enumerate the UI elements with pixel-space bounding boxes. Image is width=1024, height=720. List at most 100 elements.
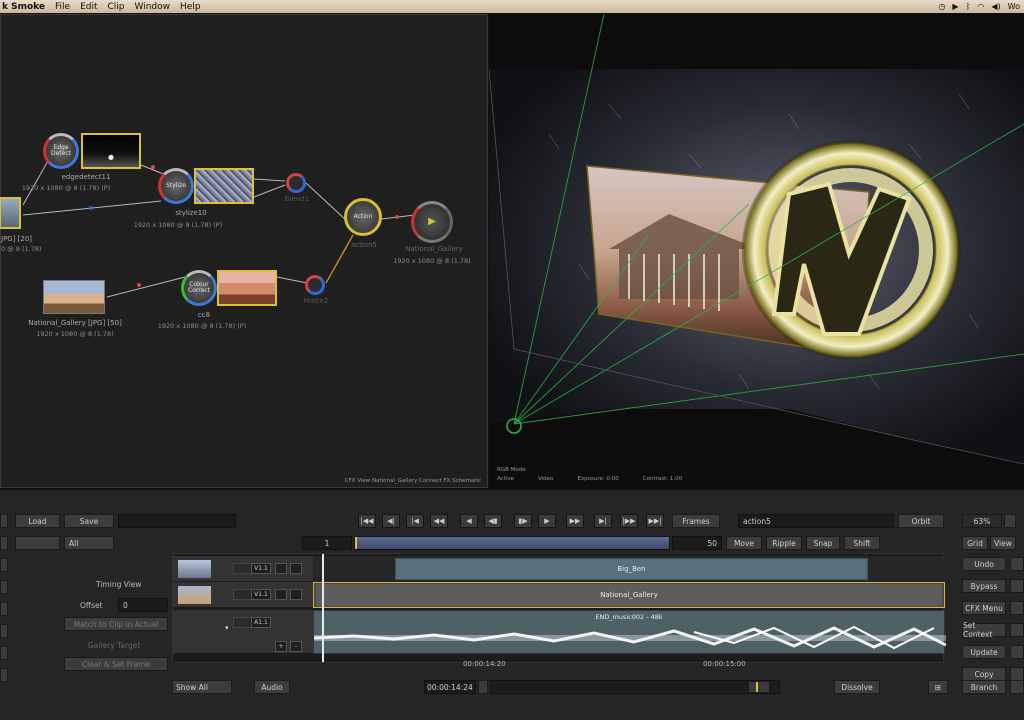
next-keyframe-button[interactable]: |▶▶ (620, 514, 638, 528)
node-name-field[interactable]: action5 (738, 514, 894, 528)
copy-button[interactable]: Copy (962, 667, 1006, 681)
action-node[interactable]: Action (344, 198, 382, 236)
dim-dropdown[interactable] (15, 536, 60, 550)
frame-start-field[interactable]: 1 (302, 536, 352, 550)
viewer-panel[interactable]: RGB Mode Active Video Exposure: 0.00 Con… (489, 14, 1024, 488)
view-button[interactable]: View (990, 536, 1016, 550)
scrollbar-thumb[interactable] (749, 682, 769, 692)
audio-expand-icon[interactable]: ▾ (225, 624, 229, 632)
clip-national-gallery[interactable]: National_Gallery (316, 584, 942, 606)
prev-keyframe-button[interactable]: ◀| (382, 514, 400, 528)
stylize-thumbnail[interactable] (194, 168, 254, 204)
zoom-stepper[interactable] (1004, 514, 1016, 528)
right-edge-7[interactable] (1010, 680, 1024, 694)
edge-stub-7[interactable] (0, 668, 8, 682)
timeline-scrollbar[interactable] (490, 680, 780, 694)
right-edge-2[interactable] (1010, 579, 1024, 593)
stylize-node[interactable]: Stylize (158, 168, 194, 204)
menu-clip[interactable]: Clip (108, 2, 125, 12)
edge-stub-4[interactable] (0, 602, 8, 616)
fast-forward-button[interactable]: ▶▶ (566, 514, 584, 528)
go-end-button[interactable]: ▶▶| (646, 514, 664, 528)
track-header-v1[interactable]: V1.1 (173, 556, 313, 582)
right-edge-3[interactable] (1010, 601, 1024, 615)
go-start-button[interactable]: |◀◀ (358, 514, 376, 528)
prev-edit-button[interactable]: |◀ (406, 514, 424, 528)
track-lock[interactable] (233, 589, 253, 600)
remove-track-icon[interactable]: – (290, 641, 302, 652)
output-node[interactable]: ▶ (411, 201, 453, 243)
edge-stub-6[interactable] (0, 646, 8, 660)
branch-dropdown[interactable]: Branch (962, 680, 1006, 694)
menu-edit[interactable]: Edit (80, 2, 97, 12)
undo-button[interactable]: Undo (962, 557, 1006, 571)
menu-help[interactable]: Help (180, 2, 201, 12)
frames-dropdown[interactable]: Frames (672, 514, 720, 528)
update-button[interactable]: Update (962, 645, 1006, 659)
clip-big-ben[interactable]: Big_Ben (395, 558, 868, 580)
clear-frame-button[interactable]: Clear & Set Frame (64, 657, 168, 671)
national-gallery-thumbnail[interactable] (43, 280, 105, 314)
offset-field[interactable]: 0 (118, 598, 168, 612)
rewind-button[interactable]: ◀◀ (430, 514, 448, 528)
track-header-audio[interactable]: ▾ A1.1 + – (173, 610, 313, 654)
frame-range-slider[interactable] (354, 536, 670, 550)
frame-end-field[interactable]: 50 (672, 536, 722, 550)
colour-correct-node[interactable]: Colour Correct (181, 270, 217, 306)
colour-correct-thumbnail[interactable] (217, 270, 277, 306)
menu-file[interactable]: File (55, 2, 70, 12)
right-edge-1[interactable] (1010, 557, 1024, 571)
right-edge-6[interactable] (1010, 667, 1024, 681)
edge-detect-thumbnail[interactable] (81, 133, 141, 169)
track-lock[interactable] (233, 617, 253, 628)
setup-name-field[interactable] (118, 514, 236, 528)
load-button[interactable]: Load (15, 514, 60, 528)
track-toggle-2[interactable] (290, 589, 302, 600)
play-button[interactable]: ▶ (538, 514, 556, 528)
edge-stub-5[interactable] (0, 624, 8, 638)
schematic-panel[interactable]: JPG] [20] 0 @ 8 (1.78) Edge Detect edged… (0, 14, 488, 488)
matte-node[interactable] (305, 275, 325, 295)
orbit-dropdown[interactable]: Orbit (898, 514, 944, 528)
frame-range-handle[interactable] (355, 537, 357, 549)
move-dropdown[interactable]: Move (726, 536, 762, 550)
video-track-1[interactable]: Big_Ben (313, 556, 945, 582)
play-reverse-button[interactable]: ◀ (460, 514, 478, 528)
bypass-button[interactable]: Bypass (962, 579, 1006, 593)
track-lock[interactable] (233, 563, 253, 574)
timeline[interactable]: V1.1 V1.1 ▾ A1.1 + – Big_Ben National_Ga… (172, 553, 946, 668)
shift-dropdown[interactable]: Shift (844, 536, 880, 550)
audio-track[interactable]: END_music002 - 48k (313, 610, 946, 654)
add-track-icon[interactable]: + (275, 641, 287, 652)
video-track-2[interactable]: National_Gallery (313, 582, 945, 608)
edge-stub-3[interactable] (0, 580, 8, 594)
ripple-toggle[interactable]: Ripple (766, 536, 802, 550)
grid-button[interactable]: Grid (962, 536, 988, 550)
audio-dropdown[interactable]: Audio (254, 680, 290, 694)
timecode-stepper[interactable] (478, 680, 488, 694)
zoom-field[interactable]: 63% (962, 514, 1002, 528)
source-thumbnail-left[interactable] (0, 197, 21, 229)
user-menu[interactable]: Wo (1008, 2, 1020, 11)
track-header-v2[interactable]: V1.1 (173, 582, 313, 608)
track-toggle-2[interactable] (290, 563, 302, 574)
snap-toggle[interactable]: Snap (806, 536, 840, 550)
transition-icon-button[interactable]: ⊞ (928, 680, 948, 694)
track-toggle[interactable] (275, 563, 287, 574)
playhead[interactable] (322, 554, 324, 662)
match-clip-button[interactable]: Match to Clip in Actual (64, 617, 168, 631)
menu-window[interactable]: Window (135, 2, 171, 12)
edge-stub-1[interactable] (0, 536, 8, 550)
step-back-button[interactable]: ◀▮ (484, 514, 502, 528)
timecode-field[interactable]: 00:00:14:24 (424, 680, 476, 694)
set-context-button[interactable]: Set Context (962, 621, 1006, 639)
edge-detect-node[interactable]: Edge Detect (43, 133, 79, 169)
next-edit-button[interactable]: ▶| (594, 514, 612, 528)
right-edge-5[interactable] (1010, 645, 1024, 659)
edge-stub-2[interactable] (0, 558, 8, 572)
dissolve-dropdown[interactable]: Dissolve (834, 680, 880, 694)
right-edge-4[interactable] (1010, 623, 1024, 637)
left-edge-button[interactable] (0, 514, 8, 528)
blend-node[interactable] (286, 173, 306, 193)
pin-all-dropdown[interactable]: All (64, 536, 114, 550)
